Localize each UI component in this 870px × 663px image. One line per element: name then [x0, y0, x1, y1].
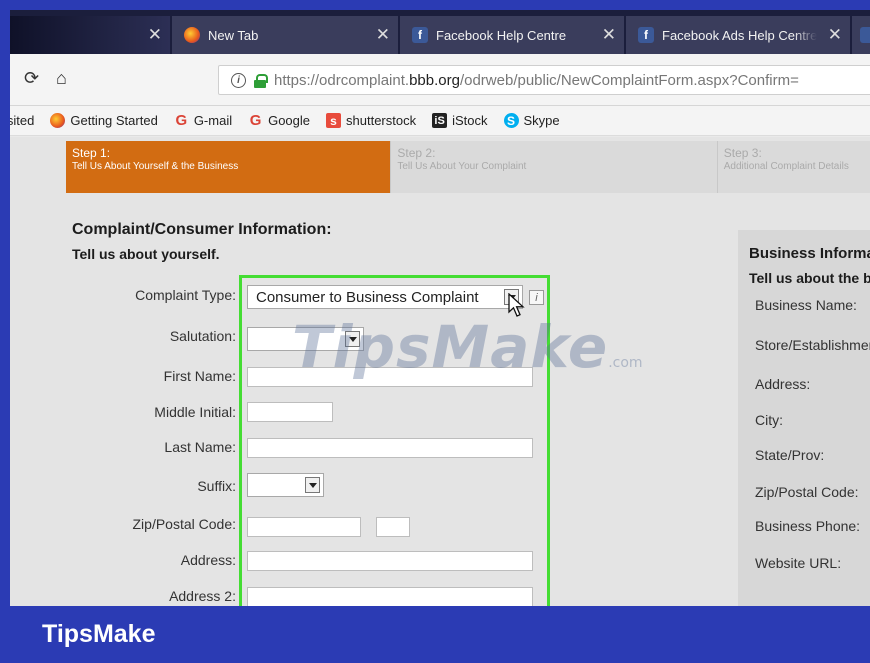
label-suffix: Suffix:	[197, 478, 236, 494]
google-icon: G	[249, 112, 262, 129]
label-state: State/Prov:	[755, 447, 825, 463]
bookmark-label: Getting Started	[70, 113, 158, 128]
istock-icon: iS	[432, 113, 448, 128]
tab-new-tab[interactable]: New Tab ✕	[172, 16, 398, 54]
url-path: /odrweb/public/NewComplaintForm.aspx?Con…	[459, 71, 799, 89]
label-business-name: Business Name:	[755, 297, 857, 313]
watermark: TipsMake.com	[292, 313, 643, 381]
label-website: Website URL:	[755, 555, 842, 571]
bookmark-google[interactable]: G Google	[248, 112, 311, 129]
label-middle-initial: Middle Initial:	[154, 404, 236, 420]
step-2[interactable]: Step 2: Tell Us About Your Complaint	[390, 141, 717, 193]
label-zip: Zip/Postal Code:	[132, 516, 237, 532]
step-number: Step 2:	[397, 146, 436, 160]
bookmark-label: iStock	[452, 113, 488, 128]
tab-facebook-help[interactable]: f Facebook Help Centre ✕	[400, 16, 624, 54]
bookmark-most-visited[interactable]: isited	[10, 113, 34, 128]
firefox-icon	[184, 27, 200, 43]
close-icon[interactable]: ✕	[148, 25, 162, 45]
tab-unnamed[interactable]: ✕	[10, 16, 170, 54]
bookmark-label: Google	[268, 113, 311, 128]
label-last-name: Last Name:	[164, 439, 236, 455]
bookmark-label: isited	[10, 113, 35, 128]
bookmark-label: shutterstock	[346, 113, 417, 128]
label-complaint-type: Complaint Type:	[135, 287, 236, 303]
tab-label: New Tab	[208, 27, 259, 43]
business-title: Business Information:	[749, 245, 870, 262]
tab-label: Facebook Ads Help Centre	[662, 27, 818, 43]
business-subtitle: Tell us about the business.	[749, 270, 870, 286]
bookmark-gmail[interactable]: G G-mail	[174, 112, 233, 129]
label-city: City:	[755, 412, 783, 428]
close-icon[interactable]: ✕	[376, 25, 390, 45]
label-business-phone: Business Phone:	[755, 518, 861, 534]
complaint-form-page: Step 1: Tell Us About Yourself & the Bus…	[10, 137, 870, 606]
reload-icon[interactable]: ⟳	[24, 68, 39, 89]
label-salutation: Salutation:	[169, 328, 236, 344]
section-title: Complaint/Consumer Information:	[72, 221, 332, 238]
step-number: Step 3:	[723, 146, 762, 160]
browser-window: ✕ New Tab ✕ f Facebook Help Centre ✕ f F…	[10, 10, 870, 606]
step-progress: Step 1: Tell Us About Yourself & the Bus…	[66, 141, 870, 193]
tab-partial[interactable]	[852, 16, 870, 54]
close-icon[interactable]: ✕	[602, 25, 616, 45]
step-description: Tell Us About Your Complaint	[397, 161, 527, 172]
brand-logo: TipsMake	[42, 620, 156, 648]
bookmark-skype[interactable]: S Skype	[503, 113, 560, 128]
bookmarks-bar: isited Getting Started G G-mail G Google s…	[10, 106, 870, 136]
section-subtitle: Tell us about yourself.	[72, 246, 220, 262]
bookmark-istock[interactable]: iS iStock	[432, 113, 488, 128]
lock-icon	[254, 73, 268, 88]
step-number: Step 1:	[72, 146, 111, 160]
step-description: Additional Complaint Details	[723, 161, 849, 172]
google-icon: G	[175, 112, 188, 129]
label-first-name: First Name:	[163, 368, 236, 384]
bookmark-getting-started[interactable]: Getting Started	[50, 113, 158, 128]
watermark-suffix: .com	[608, 355, 643, 371]
shutterstock-icon: s	[326, 113, 342, 128]
navigation-bar: ⟳ ⌂ i https://odrcomplaint. bbb.org/odrwe…	[10, 54, 870, 106]
bookmark-label: Skype	[523, 113, 560, 128]
facebook-icon	[860, 27, 870, 43]
mouse-cursor-icon	[508, 293, 525, 317]
info-icon[interactable]: i	[231, 72, 246, 88]
label-business-zip: Zip/Postal Code:	[755, 484, 859, 500]
close-icon[interactable]: ✕	[828, 25, 842, 45]
tab-facebook-ads-help[interactable]: f Facebook Ads Help Centre ✕	[626, 16, 850, 54]
business-info-panel: Business Information: Tell us about the …	[738, 230, 870, 606]
step-1[interactable]: Step 1: Tell Us About Yourself & the Bus…	[66, 141, 391, 193]
url-bar[interactable]: i https://odrcomplaint. bbb.org/odrweb/pu…	[218, 65, 870, 95]
label-address-2: Address 2:	[169, 588, 236, 604]
firefox-icon	[50, 113, 66, 128]
bookmark-shutterstock[interactable]: s shutterstock	[326, 113, 416, 128]
tab-label: Facebook Help Centre	[436, 27, 567, 43]
label-store: Store/Establishment:	[755, 337, 870, 353]
url-domain: bbb.org	[409, 71, 460, 89]
label-address: Address:	[180, 552, 236, 568]
bookmark-label: G-mail	[193, 113, 233, 128]
tab-strip: ✕ New Tab ✕ f Facebook Help Centre ✕ f F…	[10, 10, 870, 54]
watermark-text: TipsMake	[292, 313, 609, 381]
brand-bar: TipsMake	[0, 606, 870, 663]
url-prefix: https://odrcomplaint.	[274, 71, 410, 89]
label-business-address: Address:	[755, 376, 811, 392]
home-icon[interactable]: ⌂	[56, 68, 67, 89]
facebook-icon: f	[412, 27, 428, 43]
step-description: Tell Us About Yourself & the Business	[72, 161, 239, 172]
skype-icon: S	[503, 113, 519, 128]
facebook-icon: f	[638, 27, 654, 43]
step-3[interactable]: Step 3: Additional Complaint Details	[716, 141, 870, 193]
